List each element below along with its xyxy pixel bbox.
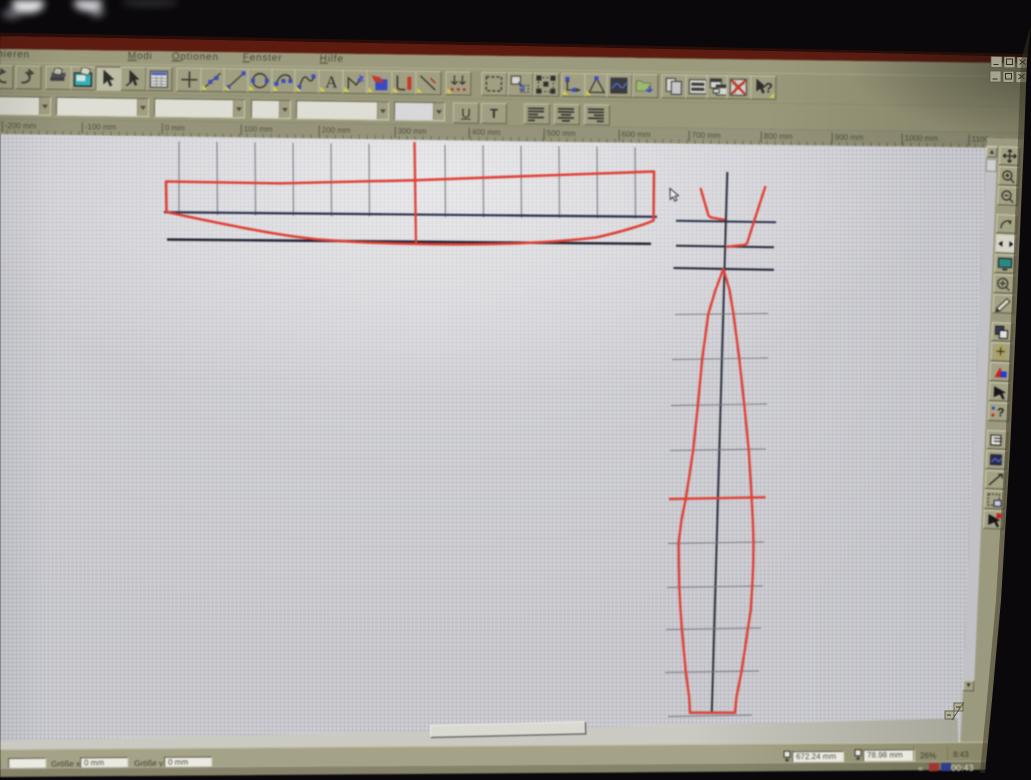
svg-text:A: A xyxy=(325,73,338,92)
svg-text:?: ? xyxy=(997,405,1005,419)
svg-text:?: ? xyxy=(764,80,773,96)
